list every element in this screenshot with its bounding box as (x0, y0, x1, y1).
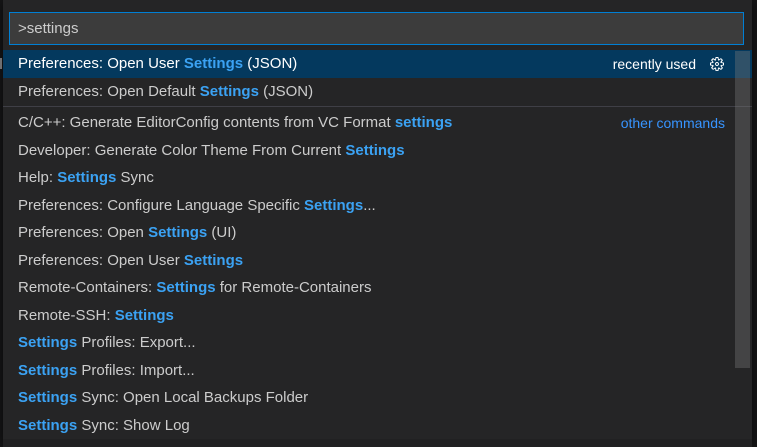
label-text: (JSON) (259, 83, 313, 100)
label-text: Preferences: Open User (18, 55, 184, 72)
label-text: Sync: Show Log (77, 417, 190, 434)
editor-background-strip (3, 439, 752, 447)
command-item[interactable]: Preferences: Configure Language Specific… (3, 192, 752, 220)
match-highlight: settings (395, 114, 453, 131)
command-item-label: Remote-SSH: Settings (18, 307, 725, 324)
label-text: Preferences: Configure Language Specific (18, 197, 304, 214)
label-text: Remote-SSH: (18, 307, 115, 324)
command-item-label: Preferences: Open User Settings (JSON) (18, 55, 601, 72)
match-highlight: Settings (18, 362, 77, 379)
command-input[interactable]: >settings (9, 12, 744, 45)
command-item-label: Preferences: Open User Settings (18, 252, 725, 269)
group-link[interactable]: other commands (621, 115, 725, 131)
command-item[interactable]: Preferences: Open User Settings (JSON) re… (3, 50, 752, 78)
command-item-label: Settings Profiles: Import... (18, 362, 725, 379)
match-highlight: Settings (304, 197, 363, 214)
match-highlight: Settings (345, 142, 404, 159)
command-item[interactable]: Preferences: Open User Settings (3, 247, 752, 275)
command-item[interactable]: Remote-SSH: Settings (3, 302, 752, 330)
label-text: for Remote-Containers (216, 279, 372, 296)
label-text: Preferences: Open Default (18, 83, 200, 100)
command-item[interactable]: Settings Profiles: Export... (3, 329, 752, 357)
label-text: Preferences: Open (18, 224, 148, 241)
command-item-label: Developer: Generate Color Theme From Cur… (18, 142, 725, 159)
command-item-label: Preferences: Open Default Settings (JSON… (18, 83, 725, 100)
command-item-label: Settings Sync: Show Log (18, 417, 725, 434)
scrollbar-thumb[interactable] (735, 51, 750, 368)
command-item[interactable]: Preferences: Open Settings (UI) (3, 219, 752, 247)
label-text: Help: (18, 169, 57, 186)
label-text: C/C++: Generate EditorConfig contents fr… (18, 114, 395, 131)
command-item-label: C/C++: Generate EditorConfig contents fr… (18, 114, 609, 131)
command-input-value: >settings (18, 20, 78, 37)
label-text: (UI) (207, 224, 236, 241)
label-text: Developer: Generate Color Theme From Cur… (18, 142, 345, 159)
command-item-label: Help: Settings Sync (18, 169, 725, 186)
match-highlight: Settings (184, 55, 243, 72)
group-badge: recently used (613, 56, 696, 72)
label-text: Profiles: Import... (77, 362, 195, 379)
scrollbar[interactable] (735, 51, 750, 436)
label-text: Remote-Containers: (18, 279, 156, 296)
label-text: ... (363, 197, 376, 214)
match-highlight: Settings (18, 334, 77, 351)
command-item[interactable]: Developer: Generate Color Theme From Cur… (3, 137, 752, 165)
label-text: Sync (116, 169, 154, 186)
command-item[interactable]: C/C++: Generate EditorConfig contents fr… (3, 109, 752, 137)
match-highlight: Settings (18, 417, 77, 434)
command-item[interactable]: Settings Sync: Show Log (3, 412, 752, 440)
match-highlight: Settings (184, 252, 243, 269)
match-highlight: Settings (200, 83, 259, 100)
match-highlight: Settings (148, 224, 207, 241)
match-highlight: Settings (18, 389, 77, 406)
screen-edge-artifact (0, 58, 2, 69)
label-text: Sync: Open Local Backups Folder (77, 389, 308, 406)
command-palette: >settings Preferences: Open User Setting… (3, 0, 752, 439)
command-item[interactable]: Settings Profiles: Import... (3, 357, 752, 385)
gear-icon[interactable] (709, 56, 725, 72)
command-item[interactable]: Settings Sync: Open Local Backups Folder (3, 384, 752, 412)
command-item-label: Settings Profiles: Export... (18, 334, 725, 351)
label-text: Preferences: Open User (18, 252, 184, 269)
command-list: Preferences: Open User Settings (JSON) re… (3, 50, 752, 439)
command-item[interactable]: Remote-Containers: Settings for Remote-C… (3, 274, 752, 302)
command-item-label: Preferences: Open Settings (UI) (18, 224, 725, 241)
match-highlight: Settings (156, 279, 215, 296)
group-separator (3, 106, 752, 107)
command-item-label: Settings Sync: Open Local Backups Folder (18, 389, 725, 406)
command-item-label: Remote-Containers: Settings for Remote-C… (18, 279, 725, 296)
command-item[interactable]: Help: Settings Sync (3, 164, 752, 192)
command-item-label: Preferences: Configure Language Specific… (18, 197, 725, 214)
match-highlight: Settings (115, 307, 174, 324)
match-highlight: Settings (57, 169, 116, 186)
label-text: Profiles: Export... (77, 334, 195, 351)
label-text: (JSON) (243, 55, 297, 72)
command-item[interactable]: Preferences: Open Default Settings (JSON… (3, 78, 752, 106)
